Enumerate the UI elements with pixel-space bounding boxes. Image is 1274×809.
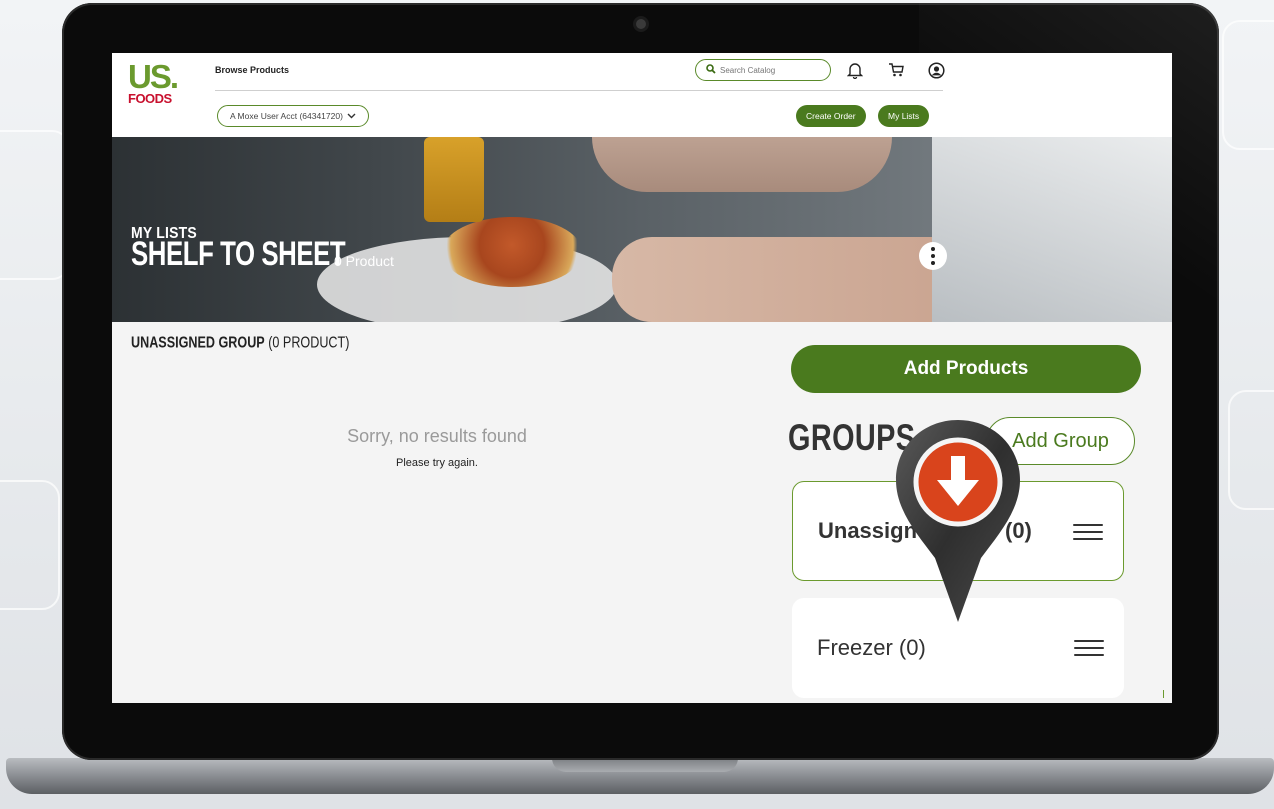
browse-products-link[interactable]: Browse Products	[215, 65, 289, 75]
logo-text-top: US.	[128, 58, 179, 95]
laptop-base	[6, 758, 1274, 794]
laptop-notch	[552, 758, 738, 772]
list-title: SHELF TO SHEET	[131, 235, 346, 273]
drag-handle-icon[interactable]	[1073, 524, 1103, 540]
user-profile-icon[interactable]	[927, 61, 945, 79]
chevron-down-icon	[347, 111, 356, 121]
background-decoration	[0, 480, 60, 610]
search-box[interactable]	[695, 59, 831, 81]
hero-photo-glass	[424, 137, 484, 222]
group-heading: UNASSIGNED GROUP (0 PRODUCT)	[131, 333, 349, 351]
add-products-button[interactable]: Add Products	[791, 345, 1141, 393]
webcam-icon	[636, 19, 646, 29]
group-item-label: Freezer (0)	[817, 635, 926, 660]
bell-icon[interactable]	[846, 61, 864, 79]
account-selector[interactable]: A Moxe User Acct (64341720)	[217, 105, 369, 127]
drag-handle-icon[interactable]	[1074, 640, 1104, 656]
create-order-button[interactable]: Create Order	[796, 105, 866, 127]
background-decoration	[0, 130, 70, 280]
scroll-indicator	[1163, 690, 1164, 698]
header-divider	[215, 90, 943, 91]
account-label: A Moxe User Acct (64341720)	[230, 111, 343, 121]
search-icon	[706, 61, 716, 79]
more-options-icon[interactable]	[919, 242, 947, 270]
download-arrow-icon	[896, 420, 1020, 622]
product-count: 0 Product	[334, 253, 394, 269]
my-lists-button[interactable]: My Lists	[878, 105, 930, 127]
empty-state-subtitle: Please try again.	[396, 457, 478, 469]
download-pin-marker	[893, 418, 1023, 624]
hero-photo-pasta	[442, 217, 582, 287]
background-decoration	[1222, 20, 1274, 150]
group-heading-count: (0 PRODUCT)	[268, 333, 350, 351]
search-input[interactable]	[720, 65, 810, 75]
us-foods-logo[interactable]: US. FOODS	[128, 58, 188, 106]
empty-state-title: Sorry, no results found	[347, 426, 527, 446]
cart-icon[interactable]	[887, 61, 905, 79]
hero-photo-arm	[932, 137, 1172, 322]
logo-text-bottom: FOODS	[128, 91, 172, 106]
background-decoration	[1228, 390, 1274, 510]
hero-photo-fingers	[592, 137, 892, 192]
hero-banner: MY LISTS SHELF TO SHEET 0 Product	[112, 137, 1172, 322]
top-header: US. FOODS Browse Products A Moxe User Ac…	[112, 53, 1172, 137]
group-heading-name: UNASSIGNED GROUP	[131, 333, 265, 351]
